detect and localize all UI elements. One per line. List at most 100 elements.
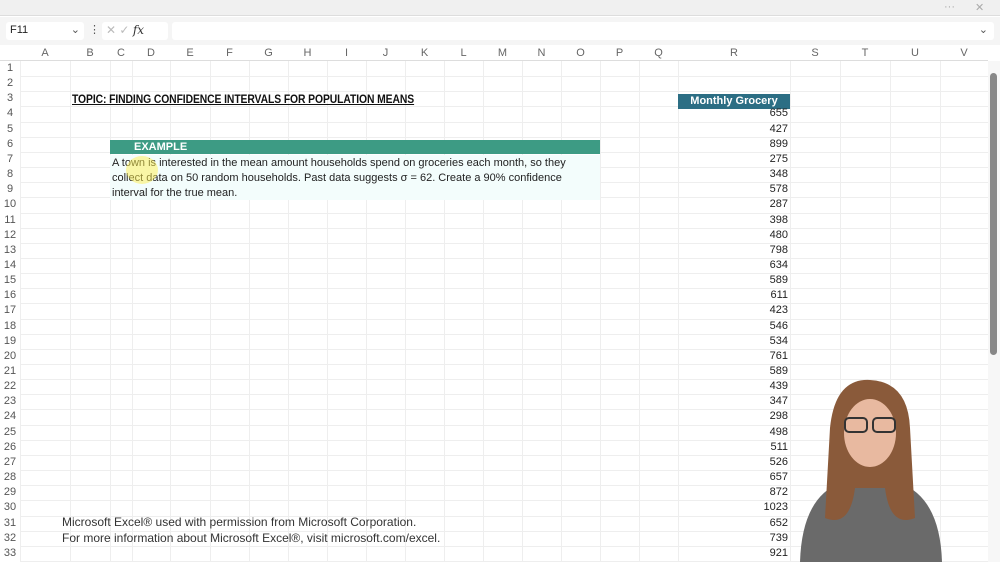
row-header[interactable]: 6 <box>0 137 20 152</box>
gridline <box>20 333 988 335</box>
data-cell[interactable]: 298 <box>678 409 788 424</box>
column-header[interactable]: A <box>20 45 70 61</box>
row-header[interactable]: 25 <box>0 425 20 440</box>
row-header[interactable]: 23 <box>0 394 20 409</box>
row-header[interactable]: 12 <box>0 228 20 243</box>
data-cell[interactable]: 872 <box>678 485 788 500</box>
column-header[interactable]: K <box>405 45 444 61</box>
column-header[interactable]: S <box>790 45 840 61</box>
vertical-scrollbar[interactable] <box>988 61 1000 562</box>
row-header[interactable]: 28 <box>0 470 20 485</box>
row-header[interactable]: 26 <box>0 440 20 455</box>
data-cell[interactable]: 275 <box>678 152 788 167</box>
data-cell[interactable]: 657 <box>678 470 788 485</box>
data-cell[interactable]: 498 <box>678 425 788 440</box>
row-header[interactable]: 4 <box>0 106 20 121</box>
data-cell[interactable]: 427 <box>678 122 788 137</box>
row-header[interactable]: 5 <box>0 122 20 137</box>
data-cell[interactable]: 921 <box>678 546 788 561</box>
close-icon[interactable]: ✕ <box>975 1 984 14</box>
data-cell[interactable]: 761 <box>678 349 788 364</box>
data-cell[interactable]: 589 <box>678 364 788 379</box>
data-cell[interactable]: 739 <box>678 531 788 546</box>
data-cell[interactable]: 423 <box>678 303 788 318</box>
data-cell[interactable]: 899 <box>678 137 788 152</box>
example-header: EXAMPLE <box>110 140 600 154</box>
data-cell[interactable]: 798 <box>678 243 788 258</box>
data-cell[interactable]: 611 <box>678 288 788 303</box>
data-cell[interactable]: 634 <box>678 258 788 273</box>
row-header[interactable]: 7 <box>0 152 20 167</box>
data-cell[interactable]: 511 <box>678 440 788 455</box>
insert-function-button[interactable]: fx <box>133 23 144 37</box>
row-header[interactable]: 31 <box>0 516 20 531</box>
row-header[interactable]: 29 <box>0 485 20 500</box>
column-header[interactable]: I <box>327 45 366 61</box>
data-cell[interactable]: 526 <box>678 455 788 470</box>
data-cell[interactable]: 480 <box>678 228 788 243</box>
row-header[interactable]: 14 <box>0 258 20 273</box>
column-header[interactable]: O <box>561 45 600 61</box>
column-header[interactable]: E <box>170 45 210 61</box>
scrollbar-thumb[interactable] <box>990 73 997 355</box>
row-header[interactable]: 24 <box>0 409 20 424</box>
data-cell[interactable]: 546 <box>678 319 788 334</box>
column-header[interactable]: N <box>522 45 561 61</box>
row-header[interactable]: 8 <box>0 167 20 182</box>
data-cell[interactable]: 398 <box>678 213 788 228</box>
more-icon[interactable]: ··· <box>944 1 955 13</box>
data-cell[interactable]: 655 <box>678 106 788 121</box>
row-header[interactable]: 9 <box>0 182 20 197</box>
row-header[interactable]: 3 <box>0 91 20 106</box>
column-header[interactable]: U <box>890 45 940 61</box>
row-header[interactable]: 21 <box>0 364 20 379</box>
row-header[interactable]: 1 <box>0 61 20 76</box>
row-header[interactable]: 20 <box>0 349 20 364</box>
formula-input[interactable]: ⌄ <box>172 22 994 40</box>
column-header[interactable]: C <box>110 45 132 61</box>
data-cell[interactable]: 348 <box>678 167 788 182</box>
cancel-icon[interactable]: ✕ <box>106 23 116 37</box>
data-cell[interactable]: 652 <box>678 516 788 531</box>
column-header[interactable]: G <box>249 45 288 61</box>
row-header[interactable]: 16 <box>0 288 20 303</box>
row-header[interactable]: 11 <box>0 213 20 228</box>
column-header[interactable]: F <box>210 45 249 61</box>
row-header[interactable]: 13 <box>0 243 20 258</box>
data-cell[interactable]: 1023 <box>678 500 788 515</box>
data-cell[interactable]: 347 <box>678 394 788 409</box>
row-header[interactable]: 32 <box>0 531 20 546</box>
column-header[interactable]: L <box>444 45 483 61</box>
row-header[interactable]: 18 <box>0 319 20 334</box>
column-header[interactable]: V <box>940 45 988 61</box>
row-header[interactable]: 22 <box>0 379 20 394</box>
column-header[interactable]: H <box>288 45 327 61</box>
row-header[interactable]: 30 <box>0 500 20 515</box>
column-header[interactable]: M <box>483 45 522 61</box>
expand-icon[interactable]: ⌄ <box>979 23 988 36</box>
data-cell[interactable]: 534 <box>678 334 788 349</box>
column-header[interactable]: T <box>840 45 890 61</box>
column-header[interactable]: R <box>678 45 790 61</box>
row-header[interactable]: 19 <box>0 334 20 349</box>
data-cell[interactable]: 287 <box>678 197 788 212</box>
row-header[interactable]: 15 <box>0 273 20 288</box>
more-vertical-icon[interactable]: ⋮ <box>89 23 100 36</box>
row-header[interactable]: 10 <box>0 197 20 212</box>
data-cell[interactable]: 439 <box>678 379 788 394</box>
row-header[interactable]: 2 <box>0 76 20 91</box>
column-header[interactable]: P <box>600 45 639 61</box>
column-header[interactable]: Q <box>639 45 678 61</box>
column-header[interactable]: D <box>132 45 170 61</box>
data-cell[interactable]: 578 <box>678 182 788 197</box>
name-box[interactable]: F11 ⌄ <box>6 22 84 40</box>
row-header[interactable]: 17 <box>0 303 20 318</box>
column-header[interactable]: J <box>366 45 405 61</box>
column-header[interactable]: B <box>70 45 110 61</box>
chevron-down-icon[interactable]: ⌄ <box>71 23 80 36</box>
confirm-icon[interactable]: ✓ <box>119 23 129 37</box>
gridline <box>20 106 988 108</box>
row-header[interactable]: 27 <box>0 455 20 470</box>
row-header[interactable]: 33 <box>0 546 20 561</box>
data-cell[interactable]: 589 <box>678 273 788 288</box>
